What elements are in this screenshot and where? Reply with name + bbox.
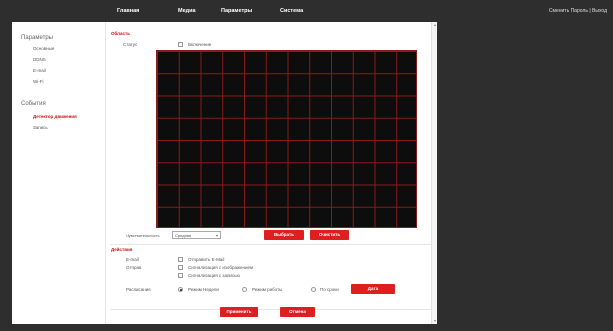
scroll-down-icon[interactable]: ▾	[432, 318, 438, 324]
sidebar-item-email[interactable]: E-mail	[33, 68, 46, 73]
schedule-work-radio[interactable]	[242, 287, 247, 292]
email-row-label: E-mail	[126, 257, 139, 262]
nav-home[interactable]: Главная	[117, 8, 139, 14]
select-button[interactable]: Выбрать	[264, 230, 304, 240]
schedule-term-radio[interactable]	[311, 287, 316, 292]
footer-divider	[110, 309, 433, 310]
cancel-button[interactable]: Отмена	[280, 307, 315, 317]
alarm-image-checkbox[interactable]	[178, 265, 183, 270]
scroll-up-icon[interactable]: ▴	[432, 22, 438, 28]
nav-parameters[interactable]: Параметры	[221, 8, 252, 14]
main-panel: Параметры Основные DDNS E-mail Wi-Fi Соб…	[12, 22, 437, 324]
actions-section-title: Действия	[111, 247, 133, 252]
sidebar-item-wifi[interactable]: Wi-Fi	[33, 79, 44, 84]
nav-media[interactable]: Медиа	[178, 8, 196, 14]
exit-link[interactable]: Выход	[592, 8, 607, 14]
link-separator: |	[589, 8, 591, 14]
sensitivity-select[interactable]: Средняя ▾	[172, 231, 221, 239]
area-section-title: Область	[111, 31, 131, 36]
alarm-record-label: Сигнализация с записью	[188, 273, 240, 278]
enable-checkbox[interactable]	[178, 42, 183, 47]
schedule-edit-button[interactable]: Дата	[351, 284, 395, 294]
top-bar: Главная Медиа Параметры Система Сменить …	[0, 0, 613, 22]
schedule-term-label: По сроки	[320, 287, 339, 292]
user-links: Сменить Пароль | Выход	[549, 8, 607, 14]
send-email-label: Отправить E-Mail	[188, 257, 225, 262]
content-area: Область Статус Включение Чувствительност…	[105, 22, 437, 324]
sidebar-item-basic[interactable]: Основные	[33, 46, 54, 51]
sidebar-item-motion-detection[interactable]: Детектор движения	[33, 114, 77, 119]
content-scrollbar[interactable]: ▴ ▾	[431, 22, 437, 324]
schedule-label: Расписание	[126, 287, 151, 292]
send-email-checkbox[interactable]	[178, 257, 183, 262]
schedule-week-label: Режим Недели	[188, 287, 219, 292]
enable-label: Включение	[188, 42, 212, 47]
section-divider	[110, 244, 433, 245]
sidebar-header-parameters: Параметры	[21, 35, 53, 41]
clear-button[interactable]: Очистить	[310, 230, 349, 240]
status-label: Статус	[123, 42, 138, 47]
sensitivity-label: Чувствительность	[126, 233, 160, 238]
sidebar-header-events: События	[21, 101, 46, 107]
schedule-work-label: Режим работы	[252, 287, 283, 292]
nav-system[interactable]: Система	[280, 8, 303, 14]
apply-button[interactable]: Применить	[220, 307, 258, 317]
sensitivity-value: Средняя	[175, 233, 192, 238]
sidebar-item-recording[interactable]: Запись	[33, 125, 48, 130]
motion-area-grid[interactable]	[156, 50, 417, 228]
change-password-link[interactable]: Сменить Пароль	[549, 8, 588, 14]
alarm-image-label: Сигнализация с изображением	[188, 265, 254, 270]
sidebar-item-ddns[interactable]: DDNS	[33, 57, 46, 62]
alarm-record-checkbox[interactable]	[178, 273, 183, 278]
sidebar: Параметры Основные DDNS E-mail Wi-Fi Соб…	[12, 22, 105, 324]
chevron-down-icon: ▾	[215, 233, 218, 238]
upload-row-label: Отправ	[126, 265, 142, 270]
schedule-week-radio[interactable]	[178, 287, 183, 292]
